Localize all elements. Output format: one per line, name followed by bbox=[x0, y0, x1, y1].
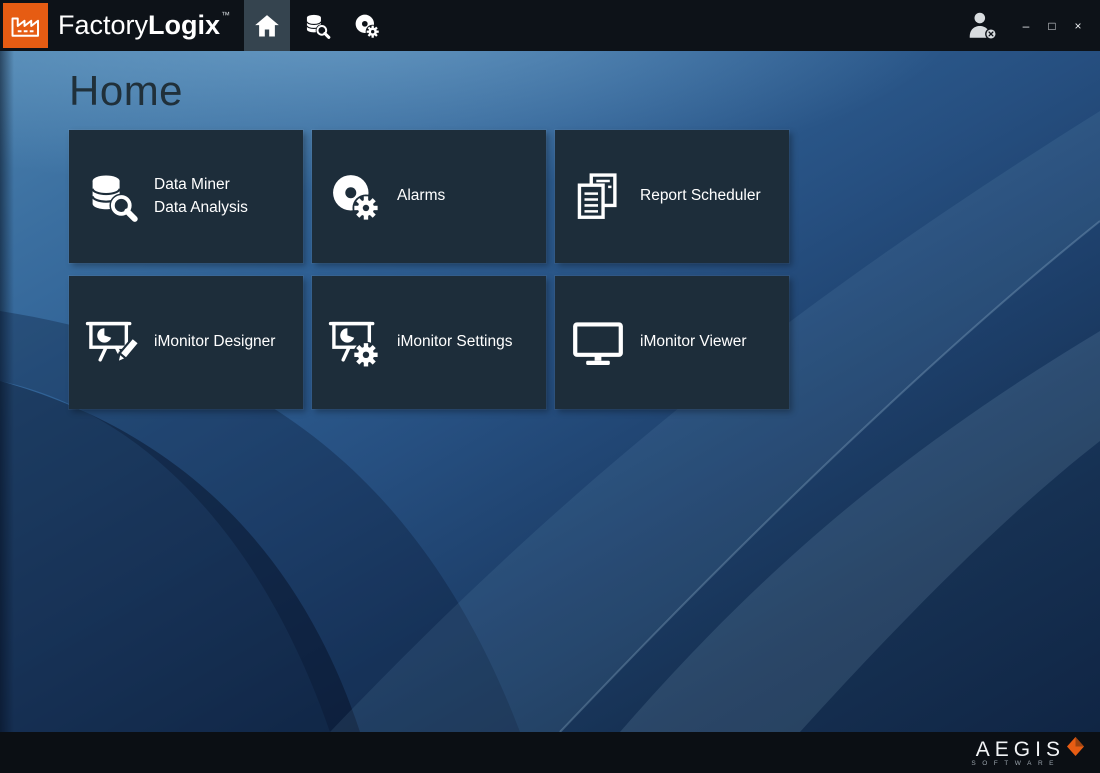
tile-alarms[interactable]: Alarms bbox=[312, 130, 546, 263]
aegis-diamond-icon bbox=[1067, 737, 1084, 756]
main-nav bbox=[244, 0, 390, 51]
tile-imonitor-viewer[interactable]: iMonitor Viewer bbox=[555, 276, 789, 409]
minimize-button[interactable]: – bbox=[1016, 16, 1036, 36]
tile-label: Alarms bbox=[397, 185, 445, 207]
tile-grid: Data Miner Data Analysis bbox=[69, 130, 1100, 409]
aegis-logo-row: AEGIS bbox=[976, 738, 1084, 762]
tile-label: iMonitor Viewer bbox=[640, 331, 747, 353]
easel-pencil-icon bbox=[85, 316, 139, 370]
nav-data-miner-button[interactable] bbox=[294, 0, 340, 51]
tile-imonitor-settings[interactable]: iMonitor Settings bbox=[312, 276, 546, 409]
brand-secondary: Logix bbox=[148, 10, 220, 40]
application-window: FactoryLogix™ bbox=[0, 0, 1100, 773]
aegis-subtitle-text: SOFTWARE bbox=[971, 760, 1060, 767]
footer-bar: AEGIS SOFTWARE bbox=[0, 732, 1100, 773]
monitor-icon bbox=[571, 316, 625, 370]
tile-label: Data Miner Data Analysis bbox=[154, 174, 248, 219]
aegis-logo: AEGIS SOFTWARE bbox=[971, 738, 1084, 767]
brand-title: FactoryLogix™ bbox=[58, 10, 230, 41]
home-icon bbox=[253, 12, 281, 40]
tile-label: Report Scheduler bbox=[640, 185, 761, 207]
report-pages-icon bbox=[571, 170, 625, 224]
brand-primary: Factory bbox=[58, 10, 148, 40]
brand-trademark: ™ bbox=[221, 10, 230, 20]
database-search-icon bbox=[303, 12, 331, 40]
close-button[interactable]: × bbox=[1068, 16, 1088, 36]
tile-data-miner[interactable]: Data Miner Data Analysis bbox=[69, 130, 303, 263]
maximize-button[interactable]: □ bbox=[1042, 16, 1062, 36]
window-controls: – □ × bbox=[1016, 16, 1088, 36]
database-search-icon bbox=[85, 170, 139, 224]
tile-report-scheduler[interactable]: Report Scheduler bbox=[555, 130, 789, 263]
page-title: Home bbox=[69, 67, 1100, 115]
disc-gear-icon bbox=[328, 170, 382, 224]
easel-gear-icon bbox=[328, 316, 382, 370]
disc-gear-icon bbox=[353, 12, 381, 40]
user-logout-button[interactable] bbox=[966, 9, 1000, 43]
tile-imonitor-designer[interactable]: iMonitor Designer bbox=[69, 276, 303, 409]
factory-logo-icon bbox=[8, 8, 44, 44]
nav-settings-button[interactable] bbox=[344, 0, 390, 51]
tile-label: iMonitor Designer bbox=[154, 331, 275, 353]
app-logo bbox=[3, 3, 48, 48]
wallpaper: Home Data Miner Data Analysis bbox=[0, 51, 1100, 732]
tile-label: iMonitor Settings bbox=[397, 331, 512, 353]
user-logout-icon bbox=[966, 9, 1000, 43]
aegis-brand-text: AEGIS bbox=[976, 738, 1065, 762]
topbar: FactoryLogix™ bbox=[0, 0, 1100, 51]
nav-home-button[interactable] bbox=[244, 0, 290, 51]
